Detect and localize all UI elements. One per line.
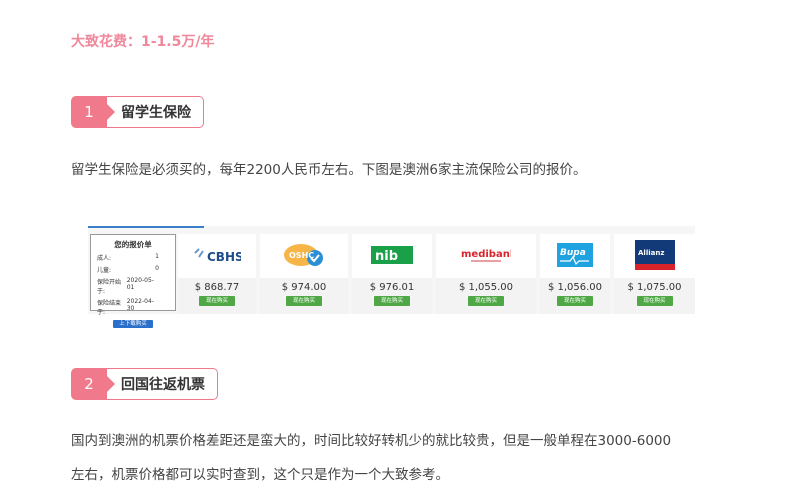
insurer-price: $ 1,056.00 bbox=[547, 282, 603, 293]
section-title: 留学生保险 bbox=[107, 96, 204, 128]
bupa-logo-icon: Bupa bbox=[557, 243, 593, 267]
buy-now-button[interactable]: 现在购买 bbox=[374, 296, 410, 306]
insurer-column-oshc: OSHC $ 974.00 现在购买 bbox=[260, 234, 348, 314]
buy-now-button[interactable]: 现在购买 bbox=[199, 296, 235, 306]
section-heading-insurance: 1 留学生保险 bbox=[71, 96, 204, 128]
flights-paragraph-line2: 左右，机票价格都可以实时查到，这个只是作为一个大致参考。 bbox=[71, 467, 449, 483]
insurer-price: $ 868.77 bbox=[194, 282, 240, 293]
quote-row: 保险开始于: 2020-05-01 bbox=[97, 277, 154, 295]
allianz-logo: Allianz bbox=[614, 234, 695, 276]
oshc-logo-icon: OSHC bbox=[284, 244, 323, 266]
section-title: 回国往返机票 bbox=[107, 368, 218, 400]
buy-now-button[interactable]: 现在购买 bbox=[468, 296, 504, 306]
insurer-price: $ 1,055.00 bbox=[458, 282, 514, 293]
section-heading-flights: 2 回国往返机票 bbox=[71, 368, 218, 400]
medibank-logo-icon: medibank bbox=[461, 249, 511, 262]
insurer-price: $ 1,075.00 bbox=[627, 282, 682, 293]
download-buy-button[interactable]: 上下载购买 bbox=[113, 320, 153, 328]
quote-row: 成人: 1 bbox=[97, 253, 159, 262]
insurance-paragraph: 留学生保险是必须买的，每年2200人民币左右。下图是澳洲6家主流保险公司的报价。 bbox=[71, 162, 587, 178]
section-number: 2 bbox=[71, 368, 115, 400]
insurer-price: $ 976.01 bbox=[369, 282, 415, 293]
nib-logo: nib bbox=[352, 234, 432, 276]
svg-text:nib: nib bbox=[375, 249, 398, 264]
insurance-quote-table: 您的报价单 成人: 1 儿童: 0 保险开始于: 2020-05-01 保险结束于: 2… bbox=[88, 226, 695, 328]
svg-text:CBHS: CBHS bbox=[207, 250, 241, 264]
insurer-price: $ 974.00 bbox=[281, 282, 327, 293]
insurer-column-bupa: Bupa $ 1,056.00 现在购买 bbox=[540, 234, 610, 314]
insurer-column-nib: nib $ 976.01 现在购买 bbox=[352, 234, 432, 314]
cost-summary: 大致花费：1-1.5万/年 bbox=[71, 34, 215, 50]
svg-text:Allianz: Allianz bbox=[638, 249, 664, 257]
quote-row: 保险结束于: 2022-04-30 bbox=[97, 298, 154, 316]
svg-text:medibank: medibank bbox=[461, 249, 511, 260]
insurer-column-allianz: Allianz $ 1,075.00 现在购买 bbox=[614, 234, 695, 314]
cbhs-logo-icon: CBHS bbox=[194, 248, 241, 264]
svg-text:OSHC: OSHC bbox=[289, 251, 314, 260]
quote-summary-card: 您的报价单 成人: 1 儿童: 0 保险开始于: 2020-05-01 保险结束于: 2… bbox=[90, 234, 176, 328]
buy-now-button[interactable]: 现在购买 bbox=[636, 296, 673, 306]
cbhs-logo: CBHS bbox=[178, 234, 256, 276]
quote-row: 儿童: 0 bbox=[97, 265, 159, 274]
oshc-logo: OSHC bbox=[260, 234, 348, 276]
buy-now-button[interactable]: 现在购买 bbox=[557, 296, 593, 306]
allianz-logo-icon: Allianz bbox=[634, 240, 675, 270]
bupa-logo: Bupa bbox=[540, 234, 610, 276]
insurer-column-medibank: medibank $ 1,055.00 现在购买 bbox=[436, 234, 536, 314]
section-number: 1 bbox=[71, 96, 115, 128]
insurer-column-cbhs: CBHS $ 868.77 现在购买 bbox=[178, 234, 256, 314]
buy-now-button[interactable]: 现在购买 bbox=[286, 296, 322, 306]
flights-paragraph-line1: 国内到澳洲的机票价格差距还是蛮大的，时间比较好转机少的就比较贵，但是一般单程在3… bbox=[71, 433, 672, 449]
medibank-logo: medibank bbox=[436, 234, 536, 276]
quote-title: 您的报价单 bbox=[114, 240, 152, 249]
nib-logo-icon: nib bbox=[371, 246, 413, 264]
tab-indicator bbox=[88, 226, 204, 228]
